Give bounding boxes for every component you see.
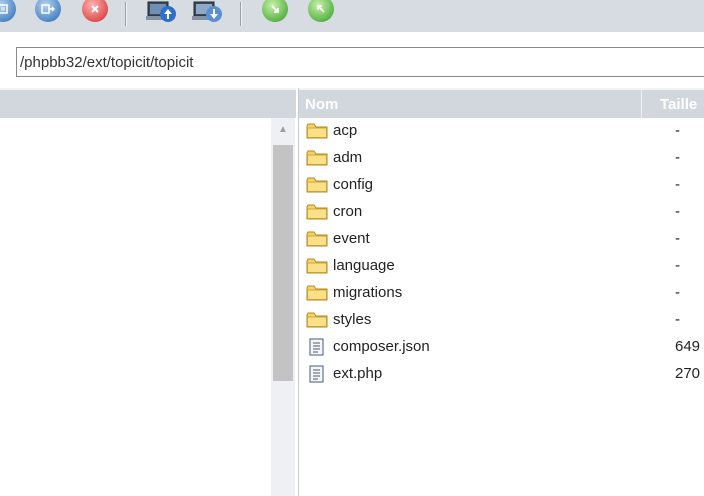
- upload-button[interactable]: [146, 0, 180, 26]
- file-icon: [306, 365, 328, 383]
- folder-icon: [306, 257, 328, 275]
- list-icon: [0, 0, 16, 22]
- folder-icon: [306, 203, 328, 221]
- file-size: -: [675, 230, 680, 247]
- file-row[interactable]: migrations -: [299, 280, 704, 307]
- export-button[interactable]: [31, 0, 65, 26]
- file-row[interactable]: styles -: [299, 307, 704, 334]
- file-list: acp - adm - config - cron - event - language - migra…: [299, 118, 704, 388]
- cancel-button[interactable]: [78, 0, 112, 26]
- compress-button[interactable]: [258, 0, 292, 26]
- file-name: event: [333, 230, 370, 247]
- folder-tree-pane: ▲: [0, 88, 296, 496]
- folder-icon: [306, 284, 328, 302]
- path-input[interactable]: [16, 47, 704, 77]
- cancel-icon: [82, 0, 108, 22]
- expand-icon: [308, 0, 334, 22]
- file-name: ext.php: [333, 365, 383, 382]
- file-name: styles: [333, 311, 372, 328]
- tree-header: [0, 88, 296, 118]
- file-size: -: [675, 122, 680, 139]
- list-view-button[interactable]: [0, 0, 20, 26]
- folder-icon: [306, 230, 328, 248]
- scroll-up-arrow-icon[interactable]: ▲: [271, 124, 295, 140]
- file-name: adm: [333, 149, 363, 166]
- file-size: -: [675, 311, 680, 328]
- toolbar: [0, 0, 704, 32]
- file-size: -: [675, 176, 680, 193]
- file-list-pane: Nom Taille acp - adm - config - cron - event - lan…: [298, 88, 704, 496]
- file-row[interactable]: event -: [299, 226, 704, 253]
- file-icon: [306, 338, 328, 356]
- expand-button[interactable]: [304, 0, 338, 26]
- column-header: Nom Taille: [299, 88, 704, 118]
- scroll-thumb[interactable]: [273, 145, 293, 381]
- file-row[interactable]: language -: [299, 253, 704, 280]
- column-header-name[interactable]: Nom: [299, 90, 642, 118]
- file-size: 649: [675, 338, 701, 355]
- export-icon: [35, 0, 61, 22]
- file-row[interactable]: composer.json 649: [299, 334, 704, 361]
- download-button[interactable]: [192, 0, 226, 26]
- tree-scrollbar[interactable]: ▲: [271, 118, 295, 496]
- folder-icon: [306, 176, 328, 194]
- toolbar-separator: [125, 2, 127, 26]
- path-bar: [0, 32, 704, 88]
- column-header-size[interactable]: Taille: [644, 90, 704, 118]
- file-name: composer.json: [333, 338, 430, 355]
- file-size: -: [675, 149, 680, 166]
- file-size: 270: [675, 365, 701, 382]
- folder-icon: [306, 122, 328, 140]
- file-name: language: [333, 257, 395, 274]
- file-row[interactable]: ext.php 270: [299, 361, 704, 388]
- file-row[interactable]: adm -: [299, 145, 704, 172]
- compress-icon: [262, 0, 288, 22]
- file-name: acp: [333, 122, 358, 139]
- download-icon: [192, 1, 222, 22]
- file-row[interactable]: config -: [299, 172, 704, 199]
- file-size: -: [675, 257, 680, 274]
- file-name: config: [333, 176, 374, 193]
- file-name: migrations: [333, 284, 403, 301]
- folder-icon: [306, 311, 328, 329]
- file-name: cron: [333, 203, 363, 220]
- toolbar-separator: [240, 2, 242, 26]
- file-row[interactable]: cron -: [299, 199, 704, 226]
- upload-icon: [146, 1, 176, 22]
- file-size: -: [675, 284, 680, 301]
- file-size: -: [675, 203, 680, 220]
- file-row[interactable]: acp -: [299, 118, 704, 145]
- folder-icon: [306, 149, 328, 167]
